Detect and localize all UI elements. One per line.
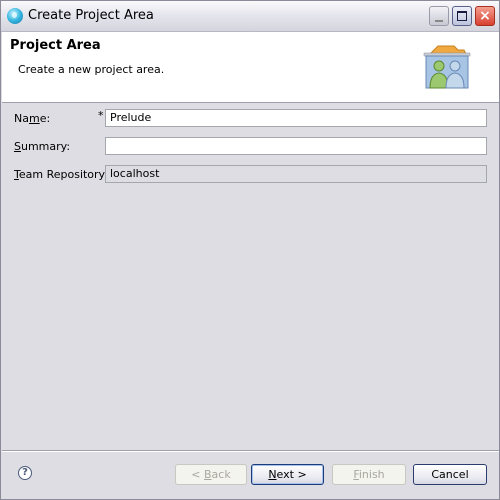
required-marker: *: [98, 109, 104, 122]
wizard-header: Project Area Create a new project area.: [2, 32, 499, 103]
title-bar[interactable]: Create Project Area ×: [1, 1, 499, 32]
back-button[interactable]: < Back: [175, 464, 247, 485]
next-button[interactable]: Next >: [251, 464, 324, 485]
minimize-button[interactable]: [429, 6, 449, 26]
help-icon[interactable]: ?: [18, 466, 32, 480]
close-button[interactable]: ×: [475, 6, 495, 26]
team-repository-label: Team Repository:: [14, 168, 108, 181]
summary-label: Summary:: [14, 140, 71, 153]
wizard-page-description: Create a new project area.: [18, 63, 165, 76]
name-label: Name:: [14, 112, 51, 125]
footer-separator: [2, 450, 499, 452]
team-repository-field: localhost: [105, 165, 487, 183]
name-input[interactable]: Prelude: [105, 109, 487, 127]
maximize-button[interactable]: [452, 6, 472, 26]
cancel-button[interactable]: Cancel: [413, 464, 487, 485]
app-globe-icon: [7, 8, 23, 24]
finish-button[interactable]: Finish: [332, 464, 406, 485]
window-title: Create Project Area: [28, 8, 154, 23]
create-project-area-dialog: Create Project Area × Project Area Creat…: [0, 0, 500, 500]
project-area-users-icon: [423, 45, 471, 89]
wizard-page-title: Project Area: [10, 38, 101, 53]
summary-input[interactable]: [105, 137, 487, 155]
